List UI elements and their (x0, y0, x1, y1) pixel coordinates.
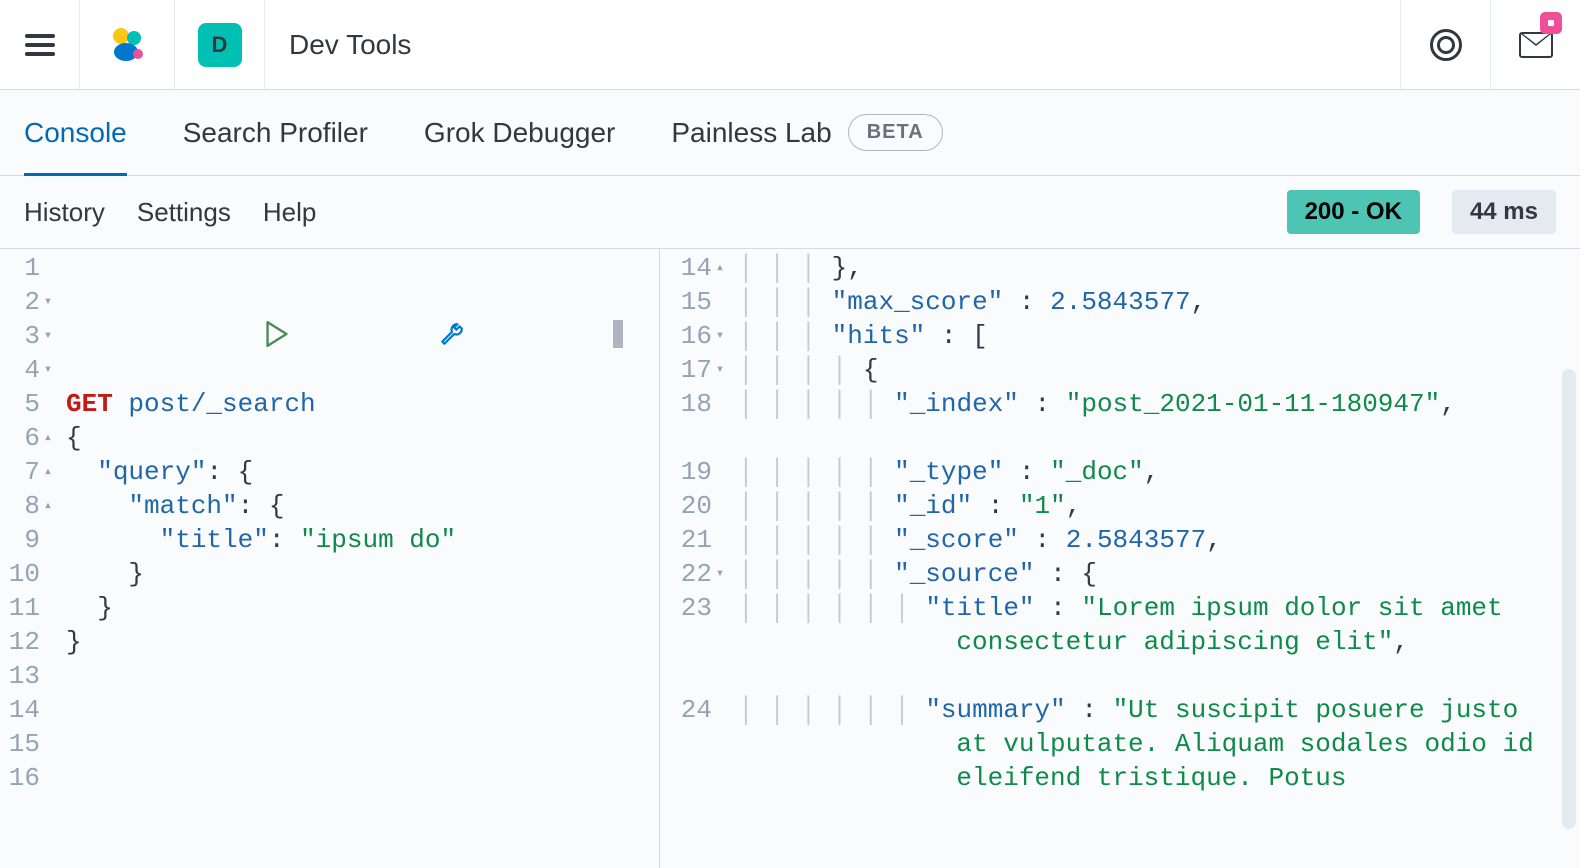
news-button[interactable] (1490, 0, 1580, 89)
play-icon (265, 321, 289, 347)
elastic-logo[interactable] (80, 0, 175, 89)
notification-badge (1540, 12, 1562, 34)
tab-console[interactable]: Console (24, 93, 127, 176)
tab-label: Painless Lab (671, 117, 831, 149)
app-header: D Dev Tools (0, 0, 1580, 90)
help-link[interactable]: Help (263, 197, 316, 228)
breadcrumb: Dev Tools (265, 29, 1400, 61)
response-scrollbar[interactable] (1562, 369, 1576, 829)
console-toolbar: History Settings Help 200 - OK 44 ms (0, 176, 1580, 248)
request-editor[interactable]: 12▾3▾4▾56▴7▴8▴910111213141516 GET post/_… (0, 249, 660, 868)
response-code[interactable]: │ │ │ },│ │ │ "max_score" : 2.5843577,│ … (732, 249, 1580, 868)
tab-label: Console (24, 117, 127, 149)
menu-button[interactable] (0, 0, 80, 89)
help-menu-button[interactable] (1400, 0, 1490, 89)
dev-tools-tabs: Console Search Profiler Grok Debugger Painl… (0, 90, 1580, 176)
response-time-badge: 44 ms (1452, 190, 1556, 234)
console-panes: 12▾3▾4▾56▴7▴8▴910111213141516 GET post/_… (0, 248, 1580, 868)
tab-painless-lab[interactable]: Painless Lab BETA (671, 90, 942, 175)
space-badge: D (198, 23, 242, 67)
request-gutter: 12▾3▾4▾56▴7▴8▴910111213141516 (0, 249, 60, 868)
tab-search-profiler[interactable]: Search Profiler (183, 93, 368, 173)
status-badge: 200 - OK (1287, 190, 1420, 234)
mail-icon (1519, 32, 1553, 58)
tab-label: Grok Debugger (424, 117, 615, 149)
elastic-logo-icon (106, 24, 148, 66)
beta-badge: BETA (848, 114, 943, 151)
hamburger-icon (25, 34, 55, 56)
wrench-icon (439, 321, 465, 347)
history-link[interactable]: History (24, 197, 105, 228)
response-gutter: 14▴1516▾17▾1819202122▾2324 (660, 249, 732, 868)
header-actions (1400, 0, 1580, 89)
request-code[interactable]: GET post/_search{ "query": { "match": { … (60, 249, 659, 868)
settings-link[interactable]: Settings (137, 197, 231, 228)
request-actions (265, 253, 623, 415)
tab-grok-debugger[interactable]: Grok Debugger (424, 93, 615, 173)
response-viewer[interactable]: 14▴1516▾17▾1819202122▾2324 │ │ │ },│ │ │… (660, 249, 1580, 868)
space-selector[interactable]: D (175, 0, 265, 89)
tab-label: Search Profiler (183, 117, 368, 149)
collapse-indicator (613, 320, 623, 348)
send-request-button[interactable] (265, 253, 421, 415)
lifebuoy-icon (1430, 29, 1462, 61)
request-options-button[interactable] (439, 253, 595, 415)
